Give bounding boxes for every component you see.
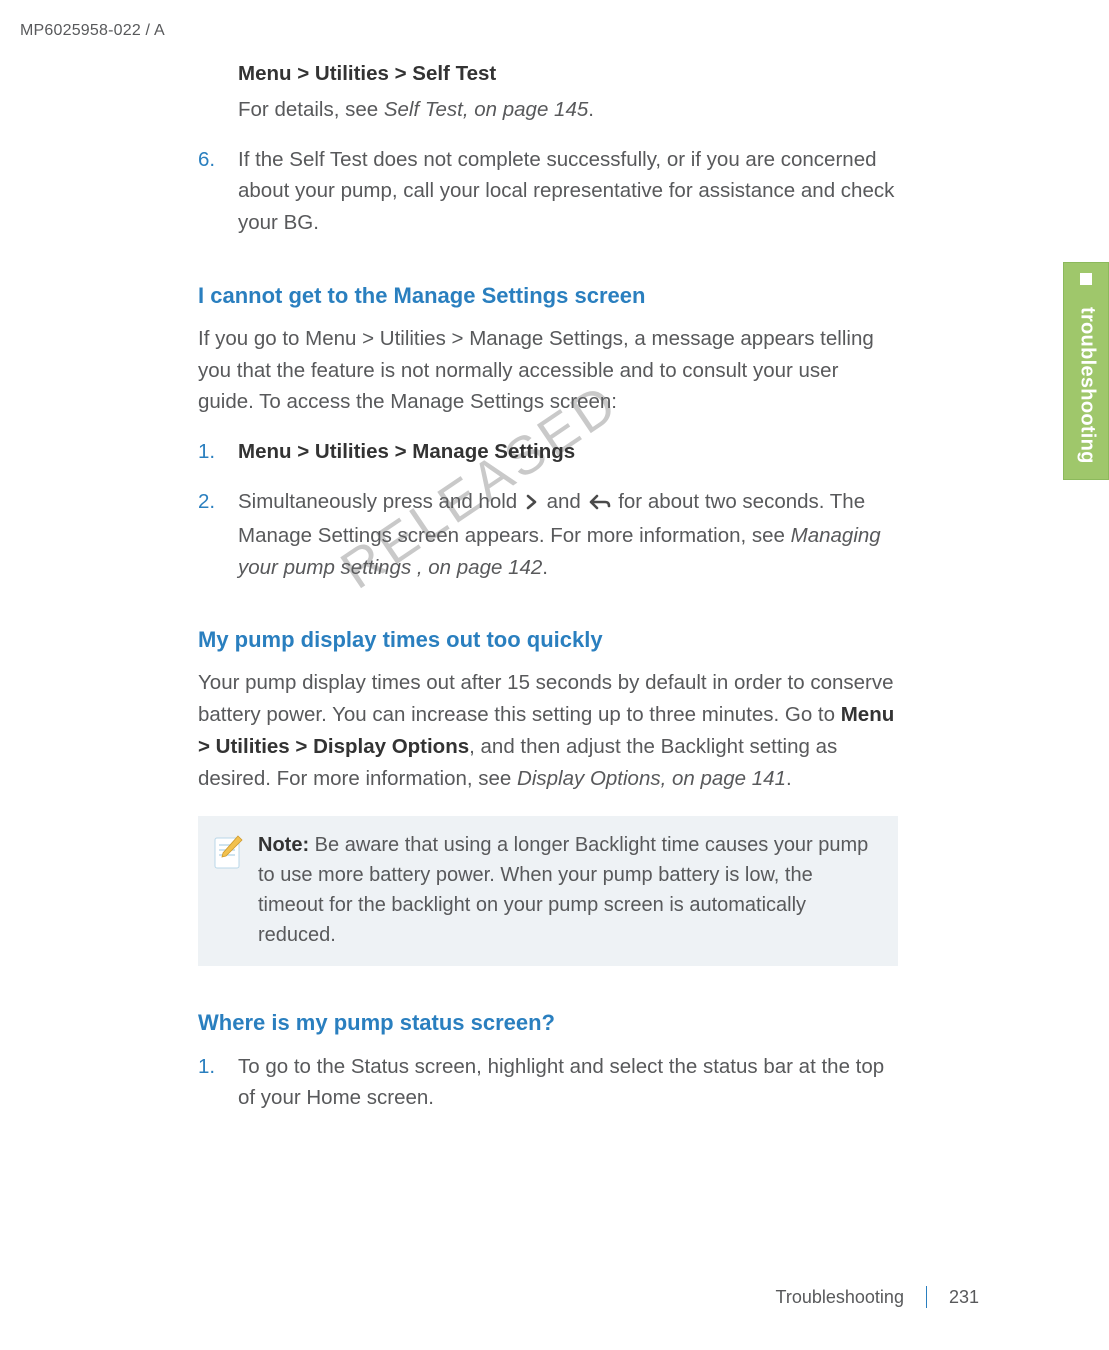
note-pencil-icon	[212, 832, 248, 950]
numbered-list: 1. Menu > Utilities > Manage Settings 2.…	[198, 436, 898, 583]
tab-square-icon	[1080, 273, 1092, 285]
chevron-right-icon	[525, 488, 539, 520]
page-footer: Troubleshooting 231	[776, 1286, 979, 1308]
menu-path: Menu > Utilities > Self Test	[238, 58, 898, 90]
note-label: Note:	[258, 834, 315, 856]
step-number: 2.	[198, 486, 238, 583]
section-heading: Where is my pump status screen?	[198, 1006, 898, 1040]
page: MP6025958-022 / A troubleshooting RELEAS…	[0, 0, 1109, 1350]
section-para: If you go to Menu > Utilities > Manage S…	[198, 323, 898, 418]
tab-label: troubleshooting	[1064, 305, 1109, 475]
list-item: 6. If the Self Test does not complete su…	[198, 144, 898, 239]
details-ref: Self Test, on page 145	[384, 98, 588, 121]
text-fragment: and	[547, 490, 587, 513]
cross-ref: Display Options, on page 141	[517, 767, 786, 790]
list-item: 1. To go to the Status screen, highlight…	[198, 1051, 898, 1115]
list-item: 1. Menu > Utilities > Manage Settings	[198, 436, 898, 468]
page-number: 231	[949, 1287, 979, 1308]
footer-divider	[926, 1286, 927, 1308]
numbered-list: 1. To go to the Status screen, highlight…	[198, 1051, 898, 1115]
details-line: For details, see Self Test, on page 145.	[238, 94, 898, 126]
section-heading: My pump display times out too quickly	[198, 623, 898, 657]
details-suffix: .	[588, 98, 594, 121]
back-arrow-icon	[589, 488, 611, 520]
step-text: Menu > Utilities > Manage Settings	[238, 436, 898, 468]
section-heading: I cannot get to the Manage Settings scre…	[198, 279, 898, 313]
step-text: To go to the Status screen, highlight an…	[238, 1051, 898, 1115]
step-number: 1.	[198, 436, 238, 468]
list-item: 2. Simultaneously press and hold and for…	[198, 486, 898, 583]
step-text: If the Self Test does not complete succe…	[238, 144, 898, 239]
text-fragment: Your pump display times out after 15 sec…	[198, 671, 894, 726]
step-text: Simultaneously press and hold and for ab…	[238, 486, 898, 583]
details-prefix: For details, see	[238, 98, 384, 121]
note-body: Note: Be aware that using a longer Backl…	[258, 830, 880, 950]
step-number: 6.	[198, 144, 238, 239]
note-text: Be aware that using a longer Backlight t…	[258, 834, 868, 946]
content: Menu > Utilities > Self Test For details…	[198, 58, 898, 1114]
section-para: Your pump display times out after 15 sec…	[198, 667, 898, 794]
note-callout: Note: Be aware that using a longer Backl…	[198, 816, 898, 966]
chapter-side-tab: troubleshooting	[1063, 262, 1109, 480]
text-fragment: .	[786, 767, 792, 790]
step-list-continued: 6. If the Self Test does not complete su…	[198, 144, 898, 239]
doc-code: MP6025958-022 / A	[20, 22, 165, 40]
text-fragment: Simultaneously press and hold	[238, 490, 523, 513]
footer-section: Troubleshooting	[776, 1287, 904, 1308]
text-fragment: .	[542, 556, 548, 579]
step-number: 1.	[198, 1051, 238, 1115]
